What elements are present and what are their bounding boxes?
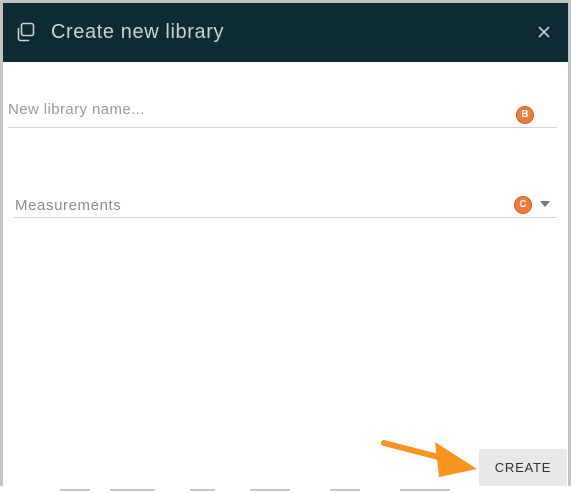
dialog-title: Create new library (51, 21, 225, 43)
measurements-select[interactable]: Measurements C (14, 191, 557, 218)
dropdown-arrow-icon[interactable] (540, 201, 550, 207)
close-icon[interactable] (533, 21, 555, 43)
library-name-input[interactable] (8, 92, 488, 126)
library-stack-icon (17, 22, 35, 42)
create-library-dialog: Create new library B Measurements C CREA… (0, 0, 571, 493)
measurements-select-value: Measurements (15, 197, 122, 214)
annotation-badge-c: C (514, 196, 532, 214)
dialog-header: Create new library (3, 3, 568, 62)
library-name-field: B (8, 92, 557, 128)
create-button[interactable]: CREATE (479, 449, 567, 486)
background-content-edge (0, 486, 571, 493)
annotation-badge-b: B (516, 106, 534, 124)
orange-arrow-pointer-icon (381, 440, 477, 477)
